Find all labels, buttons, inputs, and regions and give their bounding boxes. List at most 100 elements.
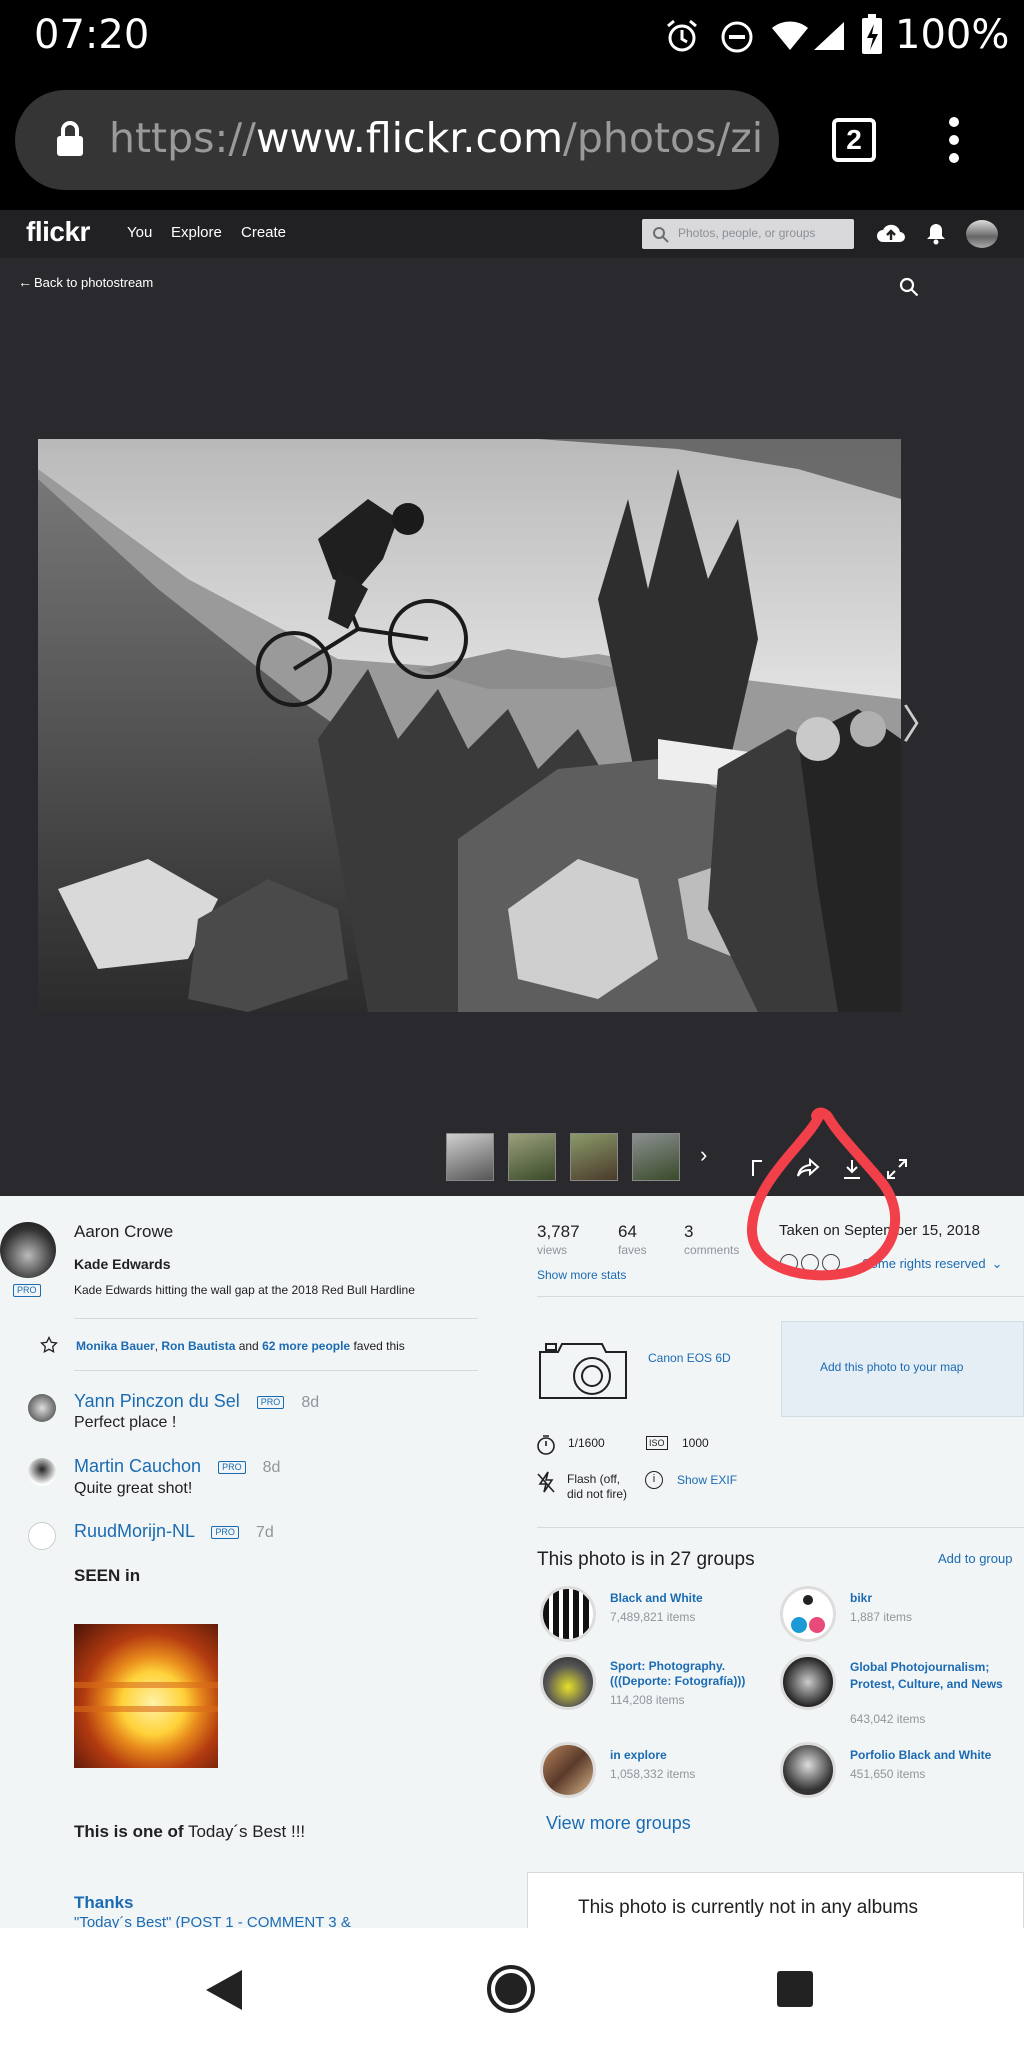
back-to-photostream-link[interactable]: ← Back to photostream: [18, 274, 153, 290]
add-to-group-link[interactable]: Add to group: [938, 1551, 1012, 1566]
chevron-down-icon: ⌄: [991, 1256, 1003, 1271]
comment-age: 8d: [301, 1394, 320, 1411]
thumbnail-4[interactable]: [632, 1133, 680, 1181]
comment-text: Perfect place !: [74, 1414, 177, 1431]
thumbnail-3[interactable]: [570, 1133, 618, 1181]
camera-icon[interactable]: [536, 1334, 630, 1402]
commenter-avatar[interactable]: [28, 1522, 56, 1550]
group-avatar[interactable]: [780, 1586, 836, 1642]
pro-badge: PRO: [256, 1395, 285, 1409]
commenter-avatar[interactable]: [28, 1458, 56, 1486]
divider: [537, 1527, 1024, 1528]
comment-author[interactable]: RuudMorijn-NL: [74, 1521, 194, 1541]
upload-icon[interactable]: [876, 222, 906, 246]
search-placeholder: Photos, people, or groups: [678, 226, 816, 240]
comment-text: Quite great shot!: [74, 1480, 193, 1497]
wifi-icon: [772, 21, 808, 50]
group-items: 7,489,821 items: [610, 1610, 696, 1624]
group-name[interactable]: Porfolio Black and White: [850, 1748, 991, 1762]
photo-image: [38, 439, 901, 1012]
star-icon[interactable]: [40, 1336, 58, 1354]
comment-age: 8d: [262, 1459, 281, 1476]
add-to-map-link[interactable]: Add this photo to your map: [820, 1360, 963, 1374]
stat-views-label: views: [537, 1243, 568, 1257]
view-more-groups-link[interactable]: View more groups: [546, 1813, 691, 1834]
albums-panel: This photo is currently not in any album…: [527, 1872, 1024, 1928]
pro-badge: PRO: [211, 1525, 239, 1539]
comment-header: Yann Pinczon du Sel PRO 8d: [74, 1391, 319, 1412]
next-photo-arrow-icon[interactable]: 〉: [902, 692, 942, 750]
battery-charging-icon: [862, 14, 882, 54]
group-name[interactable]: Sport: Photography. (((Deporte: Fotograf…: [610, 1659, 760, 1689]
nav-explore[interactable]: Explore: [171, 224, 222, 241]
group-items: 1,058,332 items: [610, 1767, 696, 1781]
group-avatar[interactable]: [540, 1586, 596, 1642]
battery-percent: 100%: [895, 12, 1010, 58]
owner-avatar[interactable]: [0, 1222, 56, 1278]
main-photo[interactable]: [38, 439, 901, 1012]
nav-you[interactable]: You: [127, 224, 152, 241]
comment-header: RuudMorijn-NL PRO 7d: [74, 1521, 274, 1542]
group-name[interactable]: Global Photojournalism; Protest, Culture…: [850, 1659, 1010, 1693]
fave-user-1[interactable]: Monika Bauer: [76, 1339, 155, 1353]
thanks-link[interactable]: Thanks: [74, 1893, 134, 1913]
status-bar: 07:20 100%: [0, 0, 1024, 72]
fave-more-link[interactable]: 62 more people: [262, 1339, 350, 1353]
commenter-avatar[interactable]: [28, 1394, 56, 1422]
alarm-icon: [667, 19, 697, 52]
more-vert-icon[interactable]: [944, 116, 964, 164]
map-panel[interactable]: Add this photo to your map: [781, 1321, 1024, 1417]
group-avatar[interactable]: [540, 1742, 596, 1798]
comment-header: Martin Cauchon PRO 8d: [74, 1456, 280, 1477]
fave-user-2[interactable]: Ron Bautista: [161, 1339, 235, 1353]
flash-status: Flash (off, did not fire): [567, 1472, 628, 1501]
stat-comments-value: 3: [684, 1222, 694, 1241]
thumbnails-next-icon[interactable]: ›: [700, 1142, 707, 1168]
group-name[interactable]: bikr: [850, 1591, 872, 1605]
tab-switcher-button[interactable]: 2: [832, 118, 876, 162]
thumbnail-2[interactable]: [508, 1133, 556, 1181]
browser-toolbar: https://www.flickr.com/photos/zi 2: [0, 72, 1024, 210]
camera-model-link[interactable]: Canon EOS 6D: [648, 1351, 731, 1365]
info-icon: i: [645, 1471, 663, 1489]
group-avatar[interactable]: [780, 1742, 836, 1798]
owner-name[interactable]: Aaron Crowe: [74, 1222, 173, 1242]
back-triangle-icon[interactable]: [204, 1968, 244, 2012]
photo-details: PRO Aaron Crowe Kade Edwards Kade Edward…: [0, 1196, 1024, 1928]
notifications-bell-icon[interactable]: [926, 222, 946, 246]
flickr-logo[interactable]: flickr: [26, 216, 90, 248]
comment-image-sunset[interactable]: [74, 1624, 218, 1768]
group-items: 1,887 items: [850, 1610, 913, 1624]
group-name[interactable]: Black and White: [610, 1591, 703, 1605]
divider: [537, 1296, 1024, 1297]
show-more-stats-link[interactable]: Show more stats: [537, 1268, 626, 1282]
url-bar[interactable]: https://www.flickr.com/photos/zi: [15, 90, 779, 190]
thumbnail-1[interactable]: [446, 1133, 494, 1181]
group-avatar[interactable]: [780, 1654, 836, 1710]
group-items: 451,650 items: [850, 1767, 926, 1781]
pro-badge: PRO: [218, 1460, 246, 1474]
show-exif-link[interactable]: Show EXIF: [677, 1473, 737, 1487]
signal-icon: [814, 22, 844, 50]
home-circle-icon[interactable]: [486, 1964, 536, 2014]
photo-viewer: ← Back to photostream 〈 〉 ›: [0, 258, 1024, 1196]
flickr-nav: flickr You Explore Create Photos, people…: [0, 210, 1024, 258]
comment-author[interactable]: Yann Pinczon du Sel: [74, 1391, 240, 1411]
comment-seen-in: SEEN in: [74, 1566, 141, 1585]
stopwatch-icon: [537, 1435, 555, 1455]
user-avatar[interactable]: [966, 220, 998, 248]
status-time: 07:20: [34, 12, 150, 58]
todays-best-link[interactable]: "Today´s Best" (POST 1 - COMMENT 3 &: [74, 1914, 351, 1928]
recents-square-icon[interactable]: [776, 1970, 814, 2008]
group-name[interactable]: in explore: [610, 1748, 667, 1762]
search-input[interactable]: Photos, people, or groups: [642, 219, 854, 249]
photo-description: Kade Edwards hitting the wall gap at the…: [74, 1283, 415, 1297]
faves-summary: Monika Bauer, Ron Bautista and 62 more p…: [76, 1339, 405, 1353]
albums-text: This photo is currently not in any album…: [578, 1897, 919, 1918]
comment-author[interactable]: Martin Cauchon: [74, 1456, 201, 1476]
url-text[interactable]: https://www.flickr.com/photos/zi: [109, 114, 769, 162]
nav-create[interactable]: Create: [241, 224, 286, 241]
stat-views-value: 3,787: [537, 1222, 580, 1241]
search-icon[interactable]: [898, 276, 920, 298]
group-avatar[interactable]: [540, 1654, 596, 1710]
